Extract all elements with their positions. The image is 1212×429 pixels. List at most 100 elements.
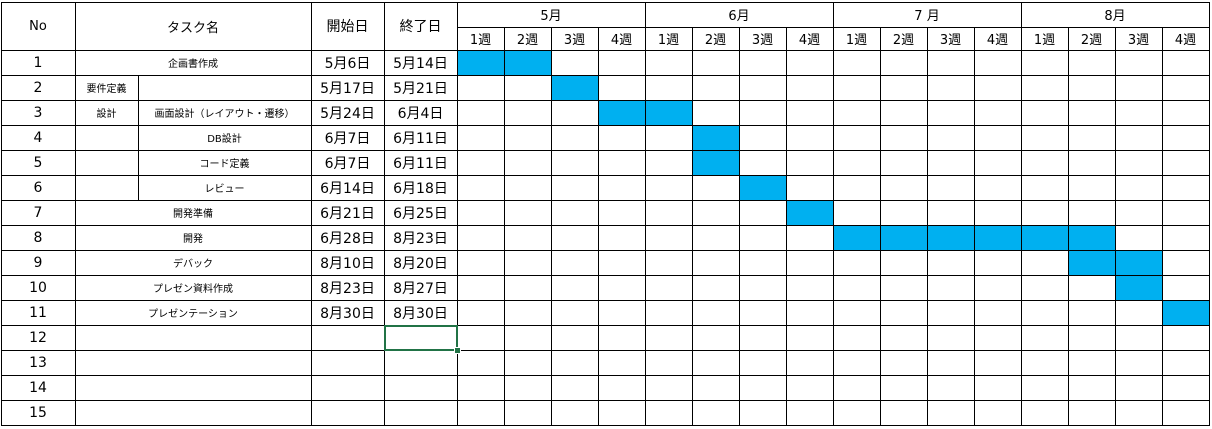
task-group-label[interactable]: 要件定義 <box>75 75 138 100</box>
task-end-date[interactable]: 8月20日 <box>384 250 457 275</box>
task-end-date[interactable]: 5月21日 <box>384 75 457 100</box>
gantt-bar <box>551 75 598 100</box>
header-week[interactable]: 2週 <box>692 27 739 50</box>
task-name[interactable]: DB設計 <box>138 125 311 150</box>
task-start-date[interactable]: 8月23日 <box>311 275 384 300</box>
header-week[interactable]: 3週 <box>551 27 598 50</box>
row-number[interactable]: 3 <box>1 100 75 125</box>
task-end-date[interactable]: 6月11日 <box>384 125 457 150</box>
task-end-date[interactable]: 8月27日 <box>384 275 457 300</box>
task-start-date[interactable]: 5月24日 <box>311 100 384 125</box>
task-start-date[interactable]: 6月7日 <box>311 125 384 150</box>
gantt-bar <box>974 225 1021 250</box>
task-start-date[interactable]: 6月28日 <box>311 225 384 250</box>
fill-handle[interactable] <box>454 347 461 354</box>
header-week[interactable]: 4週 <box>974 27 1021 50</box>
task-end-date[interactable]: 8月23日 <box>384 225 457 250</box>
row-number[interactable]: 13 <box>1 350 75 375</box>
task-start-date[interactable]: 5月6日 <box>311 50 384 75</box>
row-number[interactable]: 12 <box>1 325 75 350</box>
row-number[interactable]: 15 <box>1 400 75 425</box>
task-name[interactable] <box>75 375 311 400</box>
task-name[interactable]: 開発 <box>75 225 311 250</box>
header-week[interactable]: 2週 <box>1068 27 1115 50</box>
header-week[interactable]: 4週 <box>598 27 645 50</box>
header-end-date[interactable]: 終了日 <box>384 2 457 50</box>
task-name[interactable]: 企画書作成 <box>75 50 311 75</box>
task-start-date[interactable] <box>311 325 384 350</box>
task-name[interactable]: プレゼン資料作成 <box>75 275 311 300</box>
task-start-date[interactable]: 5月17日 <box>311 75 384 100</box>
task-start-date[interactable] <box>311 400 384 425</box>
task-name[interactable]: デバック <box>75 250 311 275</box>
row-number[interactable]: 9 <box>1 250 75 275</box>
row-number[interactable]: 2 <box>1 75 75 100</box>
task-end-date[interactable] <box>384 375 457 400</box>
task-start-date[interactable]: 6月7日 <box>311 150 384 175</box>
header-week[interactable]: 1週 <box>1021 27 1068 50</box>
header-month[interactable]: 6月 <box>645 2 833 27</box>
task-name[interactable]: 画面設計（レイアウト・遷移） <box>138 100 311 125</box>
header-task-name[interactable]: タスク名 <box>75 2 311 50</box>
row-number[interactable]: 8 <box>1 225 75 250</box>
header-week[interactable]: 4週 <box>1162 27 1209 50</box>
row-number[interactable]: 11 <box>1 300 75 325</box>
task-start-date[interactable] <box>311 375 384 400</box>
task-end-date[interactable] <box>384 400 457 425</box>
header-no[interactable]: No <box>1 2 75 50</box>
task-name[interactable] <box>75 400 311 425</box>
task-end-date[interactable] <box>384 350 457 375</box>
task-name[interactable]: 開発準備 <box>75 200 311 225</box>
header-start-date[interactable]: 開始日 <box>311 2 384 50</box>
grid-line-week <box>551 27 552 426</box>
grid-line-row <box>1 75 1210 76</box>
task-start-date[interactable] <box>311 350 384 375</box>
row-number[interactable]: 10 <box>1 275 75 300</box>
row-number[interactable]: 14 <box>1 375 75 400</box>
grid-line-week <box>786 27 787 426</box>
gantt-bar <box>504 50 551 75</box>
header-week[interactable]: 4週 <box>786 27 833 50</box>
task-end-date[interactable]: 5月14日 <box>384 50 457 75</box>
header-month[interactable]: 8月 <box>1021 2 1209 27</box>
header-week[interactable]: 2週 <box>880 27 927 50</box>
task-end-date[interactable]: 6月25日 <box>384 200 457 225</box>
task-name[interactable]: レビュー <box>138 175 311 200</box>
task-name[interactable]: プレゼンテーション <box>75 300 311 325</box>
row-number[interactable]: 5 <box>1 150 75 175</box>
task-end-date[interactable]: 6月11日 <box>384 150 457 175</box>
task-name[interactable]: コード定義 <box>138 150 311 175</box>
row-number[interactable]: 1 <box>1 50 75 75</box>
row-number[interactable]: 6 <box>1 175 75 200</box>
selected-cell[interactable] <box>384 325 458 351</box>
grid-line-row <box>1 250 1210 251</box>
grid-line-row <box>1 100 1210 101</box>
gantt-bar <box>1068 225 1115 250</box>
header-week[interactable]: 3週 <box>1115 27 1162 50</box>
gantt-bar <box>457 50 504 75</box>
task-group-label[interactable]: 設計 <box>75 100 138 125</box>
header-week[interactable]: 1週 <box>457 27 504 50</box>
task-name[interactable] <box>75 350 311 375</box>
header-week[interactable]: 1週 <box>645 27 692 50</box>
header-week[interactable]: 2週 <box>504 27 551 50</box>
task-start-date[interactable]: 6月14日 <box>311 175 384 200</box>
task-start-date[interactable]: 8月30日 <box>311 300 384 325</box>
header-month[interactable]: 5月 <box>457 2 645 27</box>
header-week[interactable]: 3週 <box>739 27 786 50</box>
grid-line-week <box>645 2 646 426</box>
task-end-date[interactable]: 6月18日 <box>384 175 457 200</box>
header-month[interactable]: 7 月 <box>833 2 1021 27</box>
header-week[interactable]: 1週 <box>833 27 880 50</box>
row-number[interactable]: 4 <box>1 125 75 150</box>
task-end-date[interactable]: 8月30日 <box>384 300 457 325</box>
grid-line-row <box>1 400 1210 401</box>
gantt-bar <box>1115 275 1162 300</box>
task-name[interactable] <box>138 75 311 100</box>
task-start-date[interactable]: 6月21日 <box>311 200 384 225</box>
task-end-date[interactable]: 6月4日 <box>384 100 457 125</box>
task-start-date[interactable]: 8月10日 <box>311 250 384 275</box>
header-week[interactable]: 3週 <box>927 27 974 50</box>
task-name[interactable] <box>75 325 311 350</box>
row-number[interactable]: 7 <box>1 200 75 225</box>
